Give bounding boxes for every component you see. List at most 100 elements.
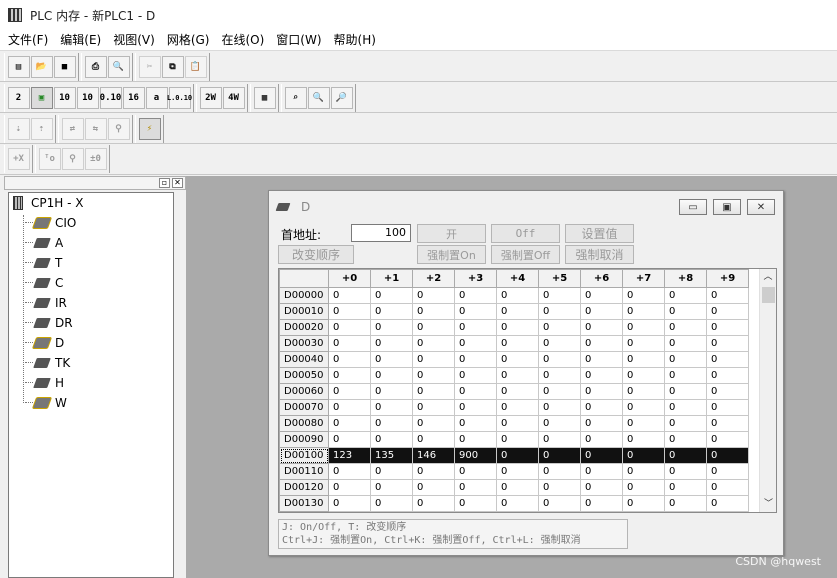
memory-cell[interactable]: 0	[370, 335, 413, 352]
memory-cell[interactable]: 0	[412, 463, 455, 480]
memory-cell[interactable]: 0	[496, 319, 539, 336]
memory-cell[interactable]: 0	[412, 303, 455, 320]
memory-cell[interactable]: 0	[580, 335, 623, 352]
memory-cell[interactable]: 0	[496, 383, 539, 400]
column-header[interactable]: +4	[496, 269, 539, 288]
memory-cell[interactable]: 0	[580, 479, 623, 496]
tree-item-d[interactable]: D	[9, 333, 173, 353]
memory-cell[interactable]: 0	[538, 351, 581, 368]
row-address[interactable]: D00100	[279, 447, 329, 464]
memory-cell[interactable]: 0	[664, 431, 707, 448]
memory-cell[interactable]: 0	[412, 351, 455, 368]
memory-cell[interactable]: 0	[328, 303, 371, 320]
memory-cell[interactable]: 0	[496, 335, 539, 352]
compare-icon[interactable]: ⇄	[61, 118, 84, 140]
row-address[interactable]: D00030	[279, 335, 329, 352]
memory-cell[interactable]: 0	[664, 415, 707, 432]
memory-cell[interactable]: 0	[580, 303, 623, 320]
memory-cell[interactable]: 0	[580, 463, 623, 480]
memory-cell[interactable]: 0	[328, 319, 371, 336]
memory-cell[interactable]: 0	[706, 479, 749, 496]
memory-cell[interactable]: 0	[454, 367, 497, 384]
memory-cell[interactable]: 0	[706, 319, 749, 336]
memory-cell[interactable]: 0	[580, 287, 623, 304]
row-address[interactable]: D00020	[279, 319, 329, 336]
memory-cell[interactable]: 0	[622, 399, 665, 416]
memory-cell[interactable]: 0	[664, 335, 707, 352]
memory-cell[interactable]: 0	[370, 399, 413, 416]
memory-cell[interactable]: 0	[454, 383, 497, 400]
memory-cell[interactable]: 0	[412, 495, 455, 512]
memory-cell[interactable]: 0	[454, 431, 497, 448]
column-header[interactable]: +6	[580, 269, 623, 288]
zoom-in-icon[interactable]: 🔍	[307, 87, 330, 109]
row-address[interactable]: D00050	[279, 367, 329, 384]
tree-item-ir[interactable]: IR	[9, 293, 173, 313]
memory-cell[interactable]: 0	[664, 495, 707, 512]
memory-cell[interactable]: 0	[370, 415, 413, 432]
memory-cell[interactable]: 0	[706, 447, 749, 464]
memory-cell[interactable]: 0	[706, 287, 749, 304]
memory-cell[interactable]: 0	[496, 495, 539, 512]
memory-cell[interactable]: 0	[328, 415, 371, 432]
ascii-icon[interactable]: a	[145, 87, 168, 109]
tree-root[interactable]: CP1H - X	[9, 193, 173, 213]
tree-item-cio[interactable]: CIO	[9, 213, 173, 233]
memory-cell[interactable]: 0	[328, 335, 371, 352]
new-icon[interactable]: ▤	[7, 56, 30, 78]
memory-cell[interactable]: 0	[454, 479, 497, 496]
memory-cell[interactable]: 0	[622, 495, 665, 512]
memory-cell[interactable]: 0	[664, 287, 707, 304]
memory-cell[interactable]: 0	[328, 463, 371, 480]
memory-cell[interactable]: 0	[664, 303, 707, 320]
row-address[interactable]: D00120	[279, 479, 329, 496]
memory-cell[interactable]: 0	[496, 431, 539, 448]
memory-cell[interactable]: 0	[412, 383, 455, 400]
memory-cell[interactable]: 0	[664, 367, 707, 384]
memory-cell[interactable]: 0	[622, 335, 665, 352]
quad-word-icon[interactable]: 4W	[222, 87, 245, 109]
memory-cell[interactable]: 0	[622, 319, 665, 336]
memory-cell[interactable]: 0	[328, 383, 371, 400]
memory-cell[interactable]: 0	[622, 351, 665, 368]
memory-cell[interactable]: 0	[580, 351, 623, 368]
off-button[interactable]: Off	[491, 224, 560, 243]
memory-cell[interactable]: 0	[538, 415, 581, 432]
memory-cell[interactable]: 0	[538, 399, 581, 416]
memory-cell[interactable]: 0	[706, 463, 749, 480]
memory-cell[interactable]: 0	[412, 399, 455, 416]
memory-cell[interactable]: 0	[454, 399, 497, 416]
memory-cell[interactable]: 135	[370, 447, 413, 464]
row-address[interactable]: D00070	[279, 399, 329, 416]
memory-cell[interactable]: 0	[580, 399, 623, 416]
memory-cell[interactable]: 0	[370, 463, 413, 480]
memory-cell[interactable]: 0	[706, 383, 749, 400]
memory-cell[interactable]: 0	[370, 495, 413, 512]
memory-cell[interactable]: 123	[328, 447, 371, 464]
force-cancel-button[interactable]: 强制取消	[565, 245, 634, 264]
memory-cell[interactable]: 0	[496, 399, 539, 416]
memory-cell[interactable]: 0	[622, 463, 665, 480]
vertical-scrollbar[interactable]: ︿ ﹀	[759, 269, 776, 512]
transfer-to-plc-icon[interactable]: ⇣	[7, 118, 30, 140]
memory-cell[interactable]: 0	[328, 431, 371, 448]
memory-cell[interactable]: 0	[454, 303, 497, 320]
memory-cell[interactable]: 0	[412, 287, 455, 304]
menu-view[interactable]: 视图(V)	[107, 30, 161, 51]
debug-icon[interactable]: ⚲	[107, 118, 130, 140]
memory-cell[interactable]: 0	[622, 383, 665, 400]
memory-cell[interactable]: 0	[328, 287, 371, 304]
memory-cell[interactable]: 0	[412, 319, 455, 336]
force-set-icon[interactable]: +X	[7, 148, 30, 170]
restore-icon[interactable]: ▫	[159, 178, 170, 188]
memory-cell[interactable]: 0	[538, 383, 581, 400]
column-header[interactable]: +9	[706, 269, 749, 288]
force-cancel-icon[interactable]: ±0	[84, 148, 107, 170]
signed-decimal-icon[interactable]: 10	[76, 87, 99, 109]
memory-cell[interactable]: 0	[664, 479, 707, 496]
memory-cell[interactable]: 0	[454, 335, 497, 352]
maximize-button[interactable]: ▣	[713, 199, 741, 215]
memory-cell[interactable]: 0	[496, 463, 539, 480]
memory-cell[interactable]: 0	[664, 383, 707, 400]
memory-cell[interactable]: 0	[370, 319, 413, 336]
